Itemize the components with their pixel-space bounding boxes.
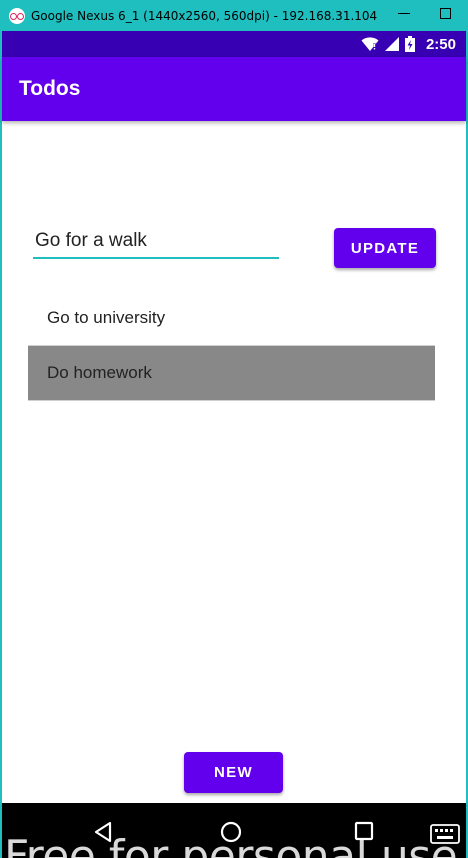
status-time: 2:50 [425, 35, 456, 53]
todo-item[interactable]: Go to university [28, 291, 435, 346]
home-icon[interactable] [220, 821, 242, 843]
battery-charging-icon [404, 36, 415, 52]
app-title: Todos [19, 77, 81, 100]
navigation-bar [2, 803, 466, 858]
back-icon[interactable] [92, 821, 114, 843]
app-bar: Todos [2, 57, 466, 121]
wifi-icon [361, 37, 379, 51]
keyboard-icon[interactable] [430, 824, 460, 844]
status-bar: 2:50 [2, 31, 466, 57]
window-titlebar: Google Nexus 6_1 (1440x2560, 560dpi) - 1… [0, 0, 468, 31]
todo-list: Go to university Do homework [28, 291, 435, 401]
minimize-button[interactable] [397, 6, 411, 20]
recents-icon[interactable] [354, 821, 374, 841]
todo-item-selected[interactable]: Do homework [28, 346, 435, 401]
todo-text-input[interactable] [33, 225, 279, 259]
window-title: Google Nexus 6_1 (1440x2560, 560dpi) - 1… [31, 8, 381, 23]
maximize-button[interactable] [438, 6, 452, 20]
genymotion-app-icon [9, 7, 25, 24]
new-button[interactable]: NEW [184, 752, 283, 793]
device-screen: 2:50 Todos UPDATE Go to university Do ho… [0, 31, 468, 858]
update-button[interactable]: UPDATE [334, 228, 436, 268]
signal-icon [384, 37, 399, 51]
